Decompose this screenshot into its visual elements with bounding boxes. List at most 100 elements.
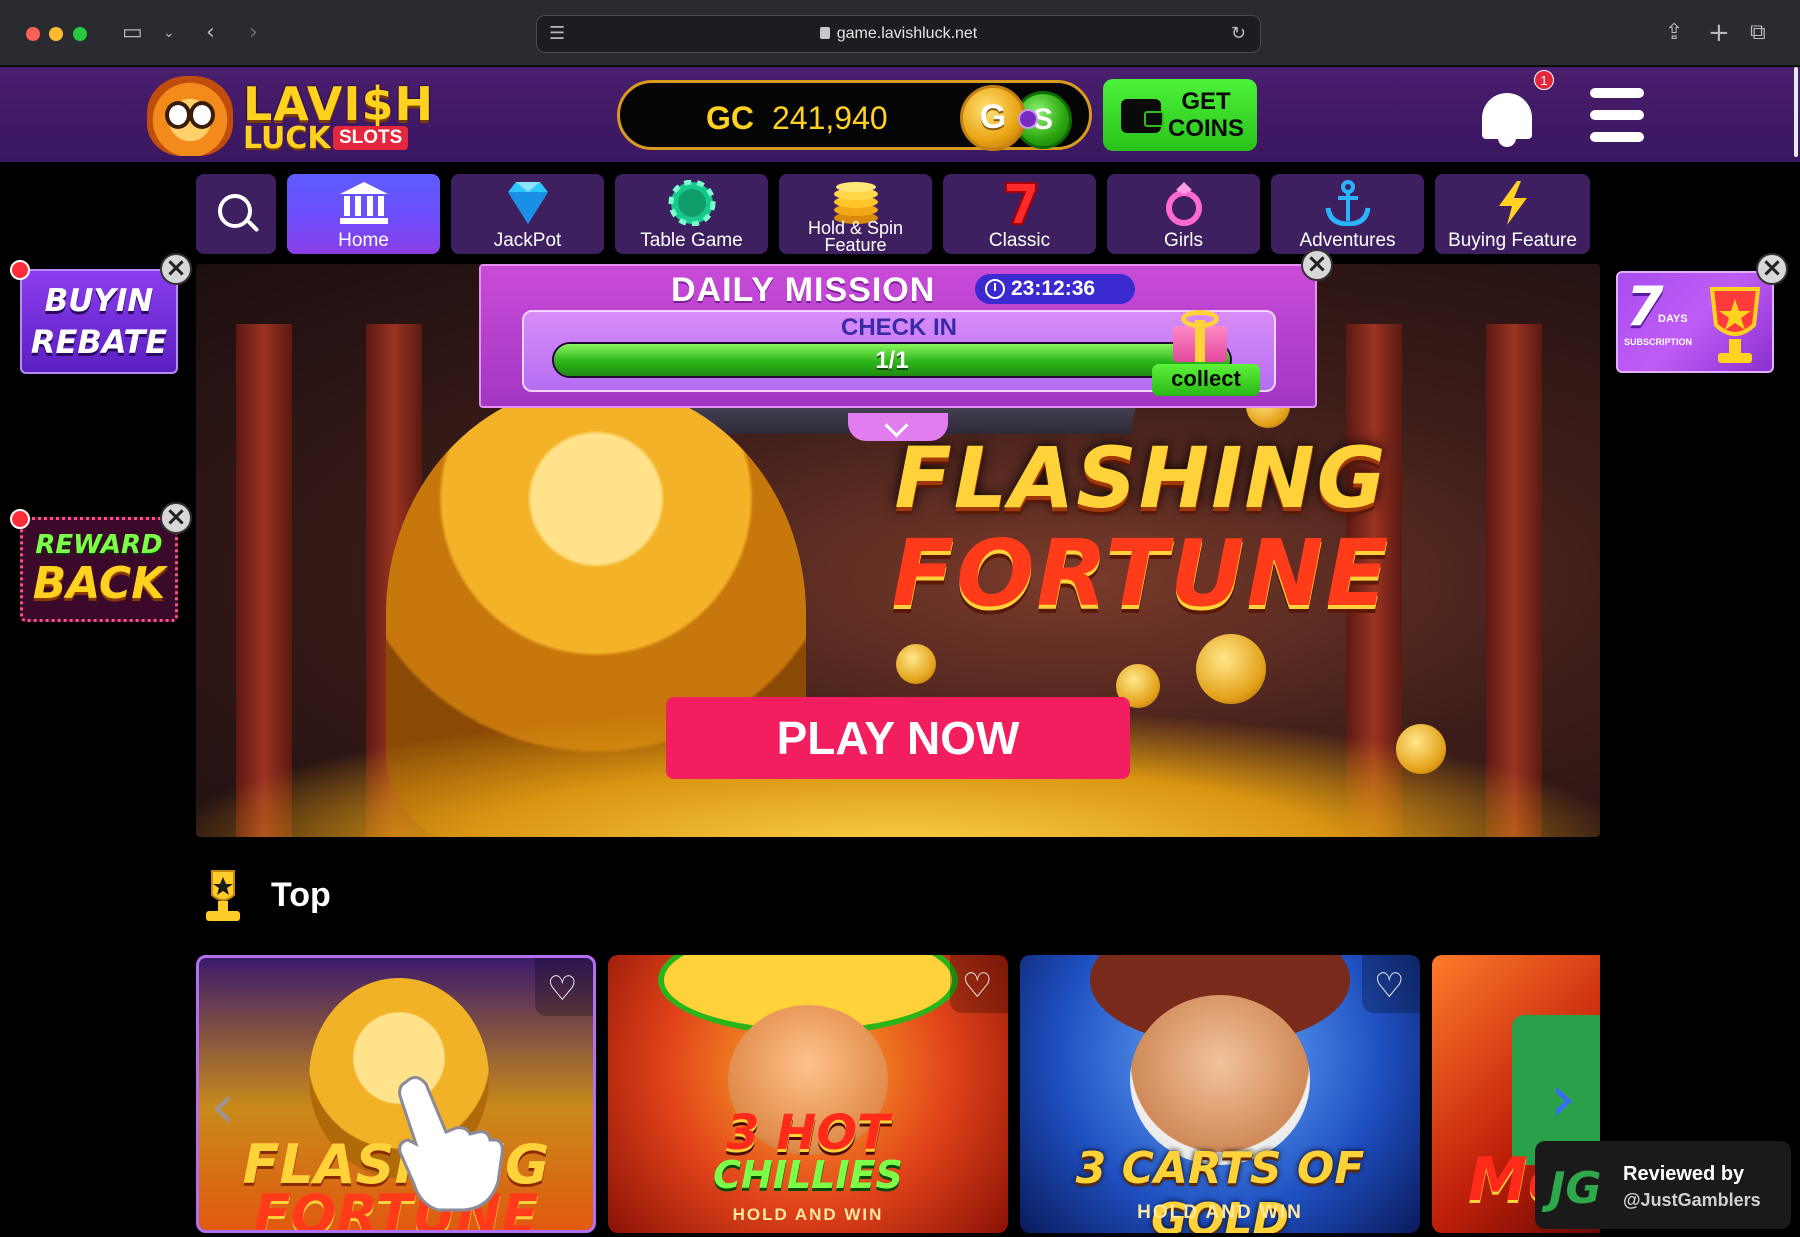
tab-buying-feature-label: Buying Feature [1448,230,1577,251]
tab-classic[interactable]: Classic [943,174,1096,254]
search-button[interactable] [196,174,276,254]
favorite-button[interactable]: ♡ [535,958,593,1016]
pointer-hand-icon [398,1076,504,1212]
tab-adventures[interactable]: Adventures [1271,174,1424,254]
browser-toolbar: ▭ ⌄ ‹ › ☰ game.lavishluck.net ↻ ⇪ + ⧉ [0,0,1800,66]
anchor-icon [1325,180,1370,226]
close-subscription-icon[interactable]: × [1756,253,1788,285]
week-number: 7 [1626,275,1664,338]
currency-label: GC [706,100,754,136]
forward-icon[interactable]: › [249,20,258,46]
tab-adventures-label: Adventures [1299,230,1396,251]
rebate-alert-dot [10,260,30,280]
page-scrollbar[interactable] [1794,67,1798,157]
daily-mission-title: DAILY MISSION [671,271,936,309]
balance-pill[interactable]: GC 241,940 S G [617,80,1092,151]
currency-swap-icon[interactable] [1018,109,1038,129]
tab-buying-feature[interactable]: Buying Feature [1435,174,1590,254]
buyin-rebate-promo[interactable]: BUYIN REBATE [20,269,178,374]
address-bar[interactable]: ☰ game.lavishluck.net ↻ [536,15,1261,53]
gold-coin-icon[interactable]: G [960,85,1026,151]
mission-timer-value: 23:12:36 [1011,277,1096,300]
favorite-button[interactable]: ♡ [1362,955,1420,1013]
rebate-line1: BUYIN [44,283,154,319]
carousel-prev-icon[interactable]: ‹ [210,1070,236,1144]
favorite-button[interactable]: ♡ [950,955,1008,1013]
maximize-window-button[interactable] [73,27,87,41]
tab-hold-spin[interactable]: Hold & Spin Feature [779,174,932,254]
new-tab-icon[interactable]: + [1708,20,1730,46]
get-coins-line2: COINS [1167,115,1244,142]
diamond-icon [507,182,548,224]
week-days-label: DAYS [1658,313,1688,325]
url-text: game.lavishluck.net [836,25,978,42]
get-coins-button[interactable]: GET COINS [1103,79,1257,151]
gift-icon [1167,310,1233,362]
get-coins-label: GET COINS [1165,88,1247,142]
tab-girls[interactable]: Girls [1107,174,1260,254]
bell-body [1482,93,1532,139]
carousel-next-icon[interactable]: › [1550,1062,1576,1136]
site-header: LAVI$H LUCK SLOTS GC 241,940 S G GET COI… [0,67,1800,162]
get-coins-line1: GET [1181,88,1231,115]
reviewer-handle: @JustGamblers [1623,1190,1761,1210]
play-now-button[interactable]: PLAY NOW [666,697,1130,779]
share-icon[interactable]: ⇪ [1665,20,1683,46]
mission-collapse-toggle[interactable] [848,413,948,441]
tab-hold-spin-label: Hold & Spin Feature [807,218,904,255]
mascot-icon [147,76,233,156]
game-card-3-hot-chillies[interactable]: 3 HOT CHILLIES HOLD AND WIN ♡ [608,955,1008,1233]
reward-line2: BACK [32,558,166,609]
heart-icon: ♡ [962,966,993,1006]
reward-back-promo[interactable]: REWARD BACK [20,517,178,622]
close-rebate-icon[interactable]: × [160,253,192,285]
chevron-down-icon[interactable]: ⌄ [163,20,175,46]
tab-table-game[interactable]: Table Game [615,174,768,254]
rebate-line2: REBATE [30,323,168,361]
game-card-3-carts-of-gold[interactable]: 3 CARTS OF GOLD HOLD AND WIN ♡ [1020,955,1420,1233]
collect-button[interactable]: collect [1152,364,1260,396]
minimize-window-button[interactable] [49,27,63,41]
seven-days-subscription-promo[interactable]: 7 DAYS SUBSCRIPTION [1616,271,1774,373]
tab-jackpot[interactable]: JackPot [451,174,604,254]
jg-logo: JG [1549,1163,1602,1214]
close-mission-icon[interactable]: × [1301,249,1333,281]
reviewed-by-badge[interactable]: JG Reviewed by @JustGamblers [1535,1141,1791,1229]
game-card-subtitle: HOLD AND WIN [732,1205,884,1224]
back-icon[interactable]: ‹ [206,20,215,46]
logo-slots-badge: SLOTS [333,126,409,150]
top-section-title: Top [271,876,331,914]
game-card-subtitle: HOLD AND WIN [1137,1202,1303,1223]
tab-home-label: Home [338,230,389,251]
check-in-task: CHECK IN 1/1 collect [522,310,1276,396]
menu-icon[interactable] [1590,88,1644,142]
check-in-label: CHECK IN [840,314,957,341]
banner-game-title: FLASHING FORTUNE [876,432,1406,624]
game-card-title-line2: CHILLIES [713,1153,903,1197]
reward-line1: REWARD [35,530,163,560]
close-window-button[interactable] [26,27,40,41]
week-subscription-label: SUBSCRIPTION [1624,337,1693,347]
tab-home[interactable]: Home [287,174,440,254]
logo-line2: LUCK [243,121,331,156]
wallet-icon [1121,99,1164,133]
progress-text: 1/1 [875,347,909,374]
mission-timer: 23:12:36 [975,274,1135,304]
check-in-progress-bar: 1/1 [552,342,1232,378]
sidebar-toggle-icon[interactable]: ▭ [122,20,143,46]
close-reward-icon[interactable]: × [160,502,192,534]
balance-value: 241,940 [772,100,888,136]
reviewed-by-label: Reviewed by [1623,1163,1745,1185]
tab-overview-icon[interactable]: ⧉ [1750,20,1766,46]
reload-icon[interactable]: ↻ [1231,21,1246,47]
screen: ▭ ⌄ ‹ › ☰ game.lavishluck.net ↻ ⇪ + ⧉ LA… [0,0,1800,1237]
lock-icon [819,27,830,39]
notification-bell-icon[interactable] [1476,85,1538,151]
heart-icon: ♡ [547,969,578,1009]
trophy-icon [1709,287,1761,363]
banner-title-line2: FORTUNE [891,520,1391,627]
notification-badge: 1 [1534,70,1554,90]
banner-title-line1: FLASHING [894,429,1388,527]
bank-icon [339,182,388,224]
bell-clapper [1498,137,1516,147]
